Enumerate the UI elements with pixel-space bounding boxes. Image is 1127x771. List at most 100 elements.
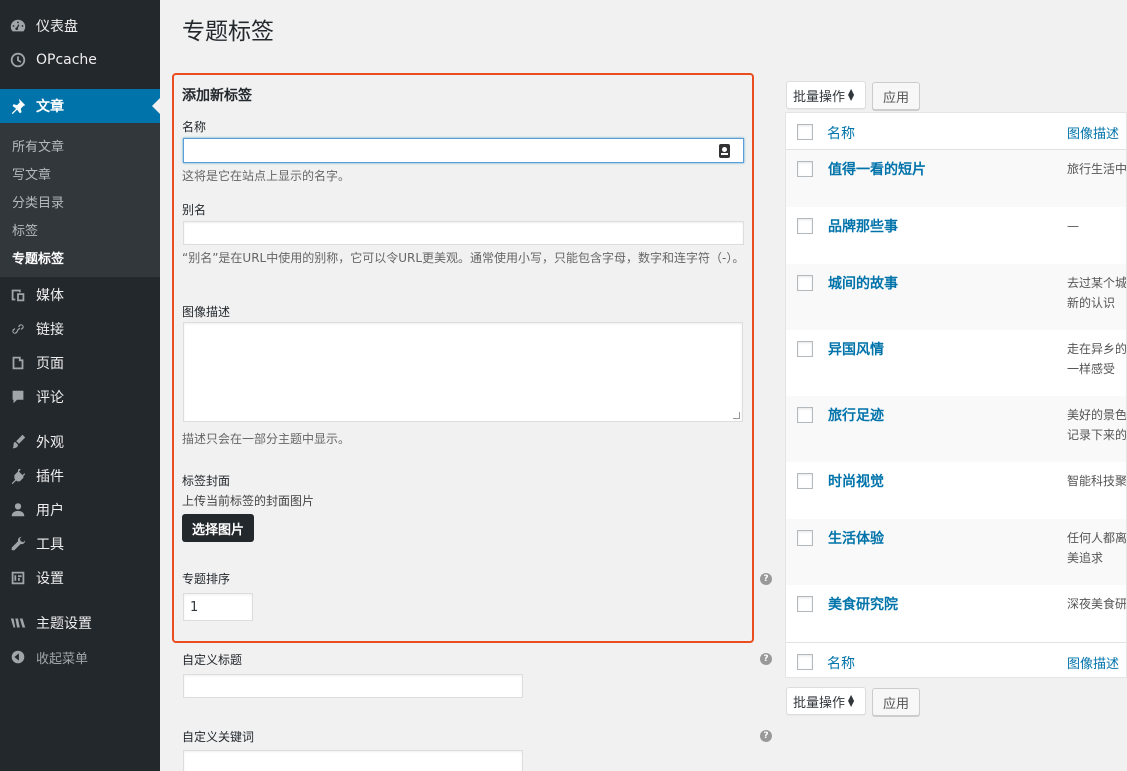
help-icon[interactable]: ? bbox=[760, 730, 772, 742]
tag-description: 智能科技聚 bbox=[1067, 474, 1127, 488]
tag-name-link[interactable]: 旅行足迹 bbox=[828, 405, 884, 425]
table-header: 名称 图像描述 bbox=[786, 113, 1126, 150]
menu-tools[interactable]: 工具 bbox=[0, 527, 160, 561]
menu-label: 评论 bbox=[36, 390, 64, 406]
menu-label: 媒体 bbox=[36, 288, 64, 304]
row-checkbox[interactable] bbox=[797, 218, 813, 234]
tag-description: 美好的景色记录下来的 bbox=[1067, 408, 1127, 442]
tag-name-link[interactable]: 异国风情 bbox=[828, 339, 884, 359]
order-value: 1 bbox=[190, 600, 199, 615]
column-desc-footer[interactable]: 图像描述 bbox=[1067, 653, 1119, 672]
row-checkbox[interactable] bbox=[797, 407, 813, 423]
media-icon bbox=[0, 286, 36, 304]
menu-pages[interactable]: 页面 bbox=[0, 346, 160, 380]
row-checkbox[interactable] bbox=[797, 596, 813, 612]
menu-users[interactable]: 用户 bbox=[0, 493, 160, 527]
menu-dashboard[interactable]: 仪表盘 bbox=[0, 9, 160, 43]
tag-description: 旅行生活中 bbox=[1067, 162, 1127, 176]
menu-label: 主题设置 bbox=[36, 616, 92, 632]
name-input[interactable] bbox=[183, 138, 744, 163]
collapse-menu[interactable]: 收起菜单 bbox=[0, 640, 160, 674]
column-name-header[interactable]: 名称 bbox=[827, 123, 855, 143]
page-title: 专题标签 bbox=[182, 19, 274, 45]
menu-theme-settings[interactable]: 主题设置 bbox=[0, 606, 160, 640]
dashboard-icon bbox=[0, 17, 36, 35]
row-checkbox[interactable] bbox=[797, 473, 813, 489]
tags-table: 名称 图像描述 值得一看的短片 旅行生活中 品牌那些事 — 城间的故事 去过某个… bbox=[785, 112, 1127, 678]
tag-description: 去过某个城新的认识 bbox=[1067, 276, 1127, 310]
menu-label: 工具 bbox=[36, 537, 64, 553]
select-all-checkbox[interactable] bbox=[797, 124, 813, 140]
submenu-new-post[interactable]: 写文章 bbox=[12, 164, 51, 183]
column-desc-header[interactable]: 图像描述 bbox=[1067, 123, 1119, 142]
row-checkbox[interactable] bbox=[797, 275, 813, 291]
tag-name-link[interactable]: 生活体验 bbox=[828, 528, 884, 548]
custom-title-label: 自定义标题 bbox=[182, 653, 243, 667]
plugin-icon bbox=[0, 467, 36, 485]
tag-description: — bbox=[1067, 219, 1079, 233]
row-checkbox[interactable] bbox=[797, 161, 813, 177]
row-checkbox[interactable] bbox=[797, 341, 813, 357]
tag-name-link[interactable]: 值得一看的短片 bbox=[828, 159, 926, 179]
table-row: 城间的故事 去过某个城新的认识 bbox=[786, 264, 1127, 330]
brush-icon bbox=[0, 433, 36, 451]
description-textarea[interactable] bbox=[183, 322, 743, 422]
link-icon bbox=[0, 320, 36, 338]
custom-title-input[interactable] bbox=[183, 674, 523, 698]
contact-card-icon bbox=[719, 144, 730, 158]
choose-image-button[interactable]: 选择图片 bbox=[182, 514, 254, 542]
name-hint: 这将是它在站点上显示的名字。 bbox=[182, 169, 351, 183]
admin-sidebar: 仪表盘 OPcache 文章 所有文章 写文章 分类目录 标签 专题标签 媒体 … bbox=[0, 0, 160, 771]
settings-icon bbox=[0, 569, 36, 587]
help-icon[interactable]: ? bbox=[760, 573, 772, 585]
table-row: 异国风情 走在异乡的一样感受 bbox=[786, 330, 1127, 396]
menu-links[interactable]: 链接 bbox=[0, 312, 160, 346]
column-name-footer[interactable]: 名称 bbox=[827, 653, 855, 673]
user-icon bbox=[0, 501, 36, 519]
menu-settings[interactable]: 设置 bbox=[0, 561, 160, 595]
form-heading: 添加新标签 bbox=[182, 88, 252, 104]
order-input[interactable]: 1 bbox=[183, 593, 253, 621]
menu-plugins[interactable]: 插件 bbox=[0, 459, 160, 493]
menu-label: 设置 bbox=[36, 571, 64, 587]
submenu-topic-tags[interactable]: 专题标签 bbox=[12, 248, 64, 267]
menu-appearance[interactable]: 外观 bbox=[0, 425, 160, 459]
table-row: 品牌那些事 — bbox=[786, 207, 1126, 264]
menu-label: 链接 bbox=[36, 322, 64, 338]
wrench-icon bbox=[0, 535, 36, 553]
submenu-tags[interactable]: 标签 bbox=[12, 220, 38, 239]
menu-media[interactable]: 媒体 bbox=[0, 278, 160, 312]
bulk-action-select[interactable]: 批量操作 ▲ ▼ bbox=[786, 687, 866, 715]
menu-opcache[interactable]: OPcache bbox=[0, 43, 160, 77]
select-arrows-icon: ▲ ▼ bbox=[848, 87, 855, 102]
apply-button[interactable]: 应用 bbox=[872, 688, 920, 716]
pin-icon bbox=[0, 97, 36, 115]
slug-label: 别名 bbox=[182, 203, 207, 217]
tag-description: 深夜美食研 bbox=[1067, 597, 1127, 611]
bulk-action-select[interactable]: 批量操作 ▲ ▼ bbox=[786, 81, 866, 109]
theme-icon bbox=[0, 614, 36, 632]
menu-posts[interactable]: 文章 bbox=[0, 89, 160, 123]
menu-label: 文章 bbox=[36, 99, 64, 115]
submenu-all-posts[interactable]: 所有文章 bbox=[12, 136, 64, 155]
custom-keywords-input[interactable] bbox=[183, 750, 523, 771]
row-checkbox[interactable] bbox=[797, 530, 813, 546]
table-row: 旅行足迹 美好的景色记录下来的 bbox=[786, 396, 1127, 462]
collapse-arrow-icon bbox=[0, 648, 36, 666]
slug-input[interactable] bbox=[183, 221, 744, 245]
select-all-checkbox[interactable] bbox=[797, 654, 813, 670]
tag-name-link[interactable]: 时尚视觉 bbox=[828, 471, 884, 491]
tag-name-link[interactable]: 城间的故事 bbox=[828, 273, 898, 293]
bulk-action-value: 批量操作 bbox=[793, 89, 846, 105]
tag-name-link[interactable]: 美食研究院 bbox=[828, 594, 898, 614]
tag-description: 走在异乡的一样感受 bbox=[1067, 342, 1127, 376]
menu-comments[interactable]: 评论 bbox=[0, 380, 160, 414]
tag-name-link[interactable]: 品牌那些事 bbox=[828, 216, 898, 236]
menu-label: OPcache bbox=[36, 52, 97, 68]
select-arrows-icon: ▲ ▼ bbox=[848, 693, 855, 708]
submenu-categories[interactable]: 分类目录 bbox=[12, 192, 64, 211]
order-label: 专题排序 bbox=[182, 572, 231, 586]
help-icon[interactable]: ? bbox=[760, 653, 772, 665]
apply-button[interactable]: 应用 bbox=[872, 82, 920, 110]
resize-handle-icon bbox=[733, 412, 740, 419]
